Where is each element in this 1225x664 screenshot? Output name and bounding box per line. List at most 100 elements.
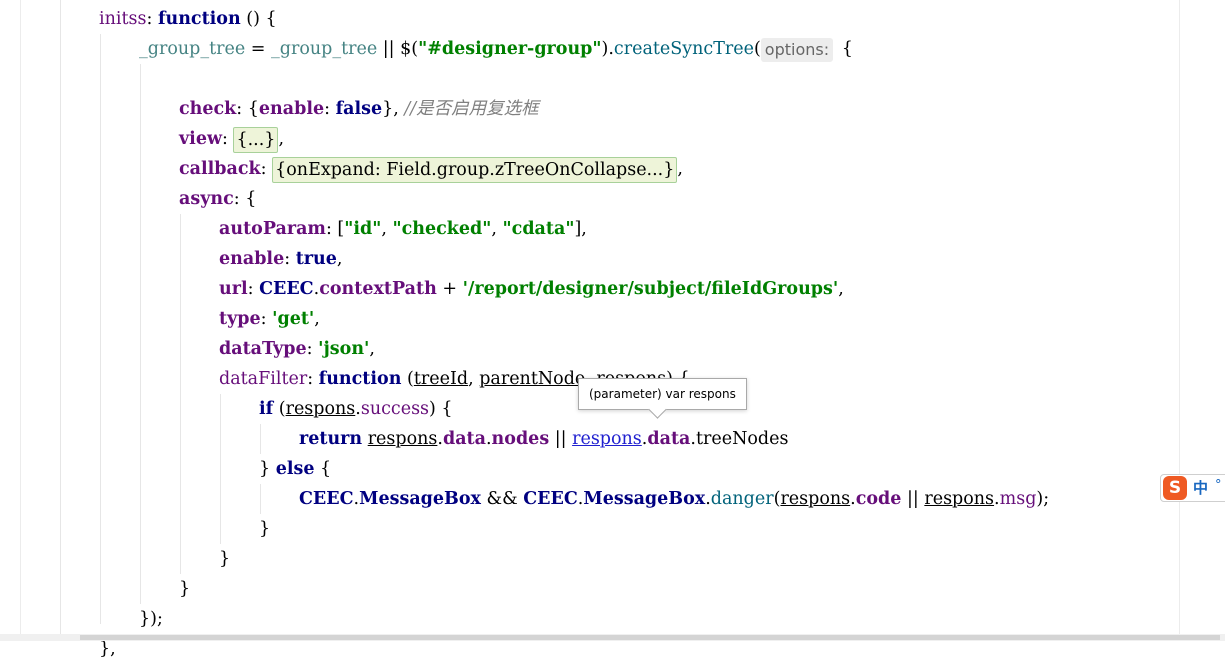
code-token: ) { [429,399,453,419]
code-line[interactable]: initss: function () { [99,4,277,34]
code-token: , [314,309,320,329]
code-token: danger [710,489,774,509]
code-token: view [179,129,223,149]
code-token: dataType [219,339,307,359]
code-line[interactable]: }); [139,604,163,634]
code-token: enable [258,99,325,119]
indent-guide [180,214,181,574]
code-token: { [314,459,332,479]
code-token: function [318,369,402,389]
ime-mode-label[interactable]: 中 [1193,477,1208,499]
code-token: : [284,249,296,269]
parameter-info-tooltip: (parameter) var respons [578,378,747,410]
code-token: || [377,39,401,59]
code-token: : [146,9,158,29]
code-line[interactable]: return respons.data.nodes || respons.dat… [299,424,788,454]
code-token: }); [139,609,163,629]
code-token: contextPath [319,279,437,299]
code-line[interactable]: check: {enable: false}, //是否启用复选框 [179,94,539,124]
scrollbar-thumb[interactable] [80,635,1220,640]
code-token: respons [924,489,995,509]
code-line[interactable]: dataType: 'json', [219,334,375,364]
code-token: url [219,279,248,299]
indent-guide [220,394,221,544]
code-token: { [836,39,853,59]
code-line[interactable]: } else { [259,454,331,484]
code-token: MessageBox [359,489,481,509]
code-token: true [295,249,337,269]
code-token: nodes [491,429,550,449]
code-token: } [179,579,191,599]
code-token: , [369,339,375,359]
code-token: code [855,489,902,509]
code-token: async [179,189,234,209]
code-token: success [360,399,430,419]
code-line[interactable]: url: CEEC.contextPath + '/report/designe… [219,274,844,304]
folded-view-region[interactable]: {...} [233,126,279,153]
code-token: = [245,39,271,59]
code-token: treeId [413,369,469,389]
indent-guide [60,0,61,641]
sogou-logo-icon: S [1163,476,1187,500]
code-token: 'json' [318,339,370,359]
code-token: CEEC [299,489,354,509]
code-token: if [259,399,274,419]
code-token: , [838,279,844,299]
code-token: initss [99,9,147,29]
code-token: ); [1036,489,1050,509]
parameter-name-hint: options: [760,37,834,62]
code-token: ). [601,39,614,59]
horizontal-scrollbar[interactable] [0,634,1225,641]
code-line[interactable]: callback: {onExpand: Field.group.zTreeOn… [179,154,683,184]
code-token: parentNode [479,369,586,389]
code-token: || [549,429,573,449]
code-token: CEEC [523,489,578,509]
code-token: _group_tree [139,39,246,59]
code-token: , [336,249,343,269]
code-token: createSyncTree [613,39,754,59]
code-token: //是否启用复选框 [404,99,539,119]
code-line[interactable]: _group_tree = _group_tree || $ ("#designe… [139,34,853,64]
code-token: $ [400,39,412,59]
code-token: function [157,9,241,29]
code-token: respons [367,429,438,449]
code-line[interactable]: async: { [179,184,256,214]
code-token: && [480,489,524,509]
code-token: autoParam [219,219,326,239]
code-token: msg [999,489,1037,509]
code-line[interactable]: CEEC.MessageBox && CEEC.MessageBox.dange… [299,484,1049,514]
code-token: data [647,429,691,449]
code-line[interactable]: } [179,574,190,604]
code-token: ( [753,39,761,59]
code-token: data [442,429,486,449]
code-token: : [307,369,319,389]
ime-status-bar[interactable]: S 中 ° [1160,474,1225,502]
code-token: : [247,279,260,299]
code-line[interactable]: enable: true, [219,244,342,274]
code-line[interactable]: autoParam: ["id", "checked", "cdata"], [219,214,587,244]
code-token: , [491,219,503,239]
folded-callback-region[interactable]: {onExpand: Field.group.zTreeOnCollapse..… [272,156,678,183]
code-line[interactable]: view: {...}, [179,124,284,154]
code-token: return [299,429,363,449]
code-token: treeNodes [695,429,789,449]
code-token: : [ [325,219,345,239]
code-token: "#designer-group" [418,39,602,59]
code-token: type [219,309,261,329]
code-line[interactable]: } [259,514,270,544]
code-token: : [260,309,273,329]
code-token: }, [382,99,405,119]
code-token: : [324,99,336,119]
code-token: ( [401,369,414,389]
code-line[interactable]: type: 'get', [219,304,320,334]
indent-guide [100,34,101,624]
ime-punctuation-icon[interactable]: ° [1215,477,1222,495]
code-token: respons [572,429,642,449]
code-token: }, [99,639,116,659]
code-line[interactable]: if (respons.success) { [259,394,453,424]
code-token: check [179,99,237,119]
code-token: () { [240,9,277,29]
code-token: callback [179,159,261,179]
code-line[interactable]: } [219,544,230,574]
code-token: respons [285,399,356,419]
